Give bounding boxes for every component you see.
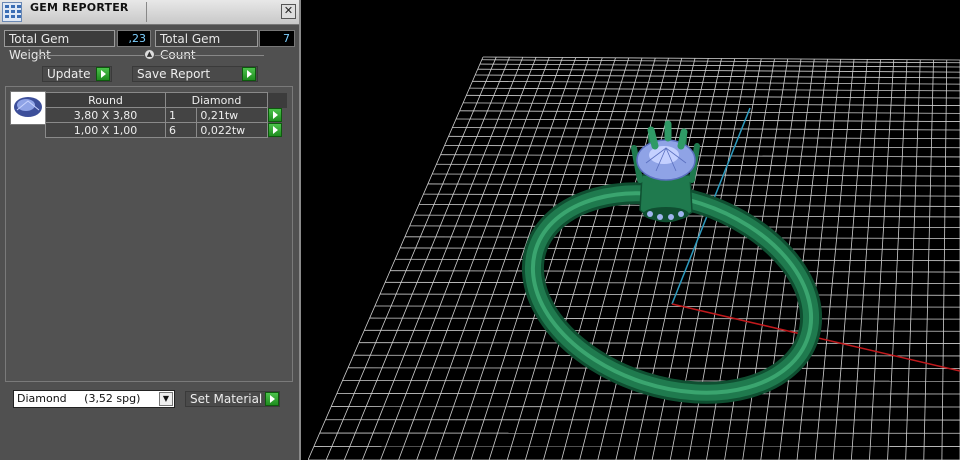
title-separator <box>146 2 147 22</box>
play-icon <box>242 67 256 81</box>
update-button[interactable]: Update <box>42 66 112 82</box>
grid-line <box>850 59 881 460</box>
total-gem-count-label: Total Gem Count <box>155 30 258 62</box>
material-select[interactable]: Diamond (3,52 spg) ▼ <box>13 390 175 408</box>
set-material-button-label: Set Material <box>190 392 263 406</box>
grid-line <box>488 57 616 460</box>
grid-line <box>358 342 960 344</box>
app-icon <box>2 2 22 22</box>
play-icon[interactable] <box>268 122 282 137</box>
total-gem-weight-value: ,23 <box>117 30 151 47</box>
gem-thumbnail-icon[interactable] <box>10 91 46 125</box>
grid-line <box>452 57 590 460</box>
play-icon <box>265 392 279 406</box>
grid-line <box>364 329 960 332</box>
grid-line <box>361 57 524 460</box>
grid-line <box>561 58 669 460</box>
slider-knob-icon[interactable]: ▲ <box>144 49 155 60</box>
play-icon[interactable] <box>268 107 282 122</box>
grid-line <box>923 59 934 460</box>
table-header-row: Round Diamond <box>45 92 287 108</box>
set-material-button[interactable]: Set Material <box>185 391 280 407</box>
grid-line <box>941 59 948 460</box>
gem-reporter-panel: GEM REPORTER ✕ Total Gem Weight ,23 Tota… <box>0 0 301 460</box>
viewport-canvas[interactable] <box>308 0 960 460</box>
save-report-button-label: Save Report <box>137 67 211 81</box>
header-cut: Round <box>45 92 166 108</box>
gem-table: Round Diamond 3,80 X 3,80 1 0,21tw 1,00 … <box>45 92 287 138</box>
gem-size-cell: 3,80 X 3,80 <box>45 107 166 123</box>
grid-line <box>543 57 656 460</box>
gem-size-cell: 1,00 X 1,00 <box>45 122 166 138</box>
total-gem-weight-label: Total Gem Weight <box>4 30 115 62</box>
gem-weight-cell: 0,21tw <box>196 107 268 123</box>
table-row[interactable]: 3,80 X 3,80 1 0,21tw <box>45 107 287 123</box>
gem-count-cell: 6 <box>164 122 198 138</box>
total-gem-count-value: 7 <box>259 30 295 47</box>
play-icon <box>96 67 110 81</box>
gem-count-cell: 1 <box>164 107 198 123</box>
close-icon[interactable]: ✕ <box>281 4 296 19</box>
ground-grid <box>308 56 960 460</box>
grid-line <box>905 59 921 460</box>
grid-line <box>353 354 960 357</box>
gem-weight-cell: 0,022tw <box>196 122 268 138</box>
grid-line <box>832 59 868 460</box>
material-select-value: Diamond (3,52 spg) <box>17 392 141 405</box>
table-row[interactable]: 1,00 X 1,00 6 0,022tw <box>45 122 287 138</box>
grid-line <box>325 56 497 460</box>
3d-viewport[interactable] <box>308 0 960 460</box>
update-button-label: Update <box>47 67 91 81</box>
title-bar: GEM REPORTER ✕ <box>0 0 299 25</box>
header-material: Diamond <box>165 92 268 108</box>
grid-line <box>343 57 510 460</box>
save-report-button[interactable]: Save Report <box>132 66 258 82</box>
grid-line <box>369 317 960 320</box>
grid-line <box>434 57 577 460</box>
grid-line <box>380 57 537 460</box>
chevron-down-icon[interactable]: ▼ <box>159 392 173 406</box>
grid-line <box>308 56 484 460</box>
window-title: GEM REPORTER <box>30 1 129 14</box>
grid-line <box>348 367 960 369</box>
